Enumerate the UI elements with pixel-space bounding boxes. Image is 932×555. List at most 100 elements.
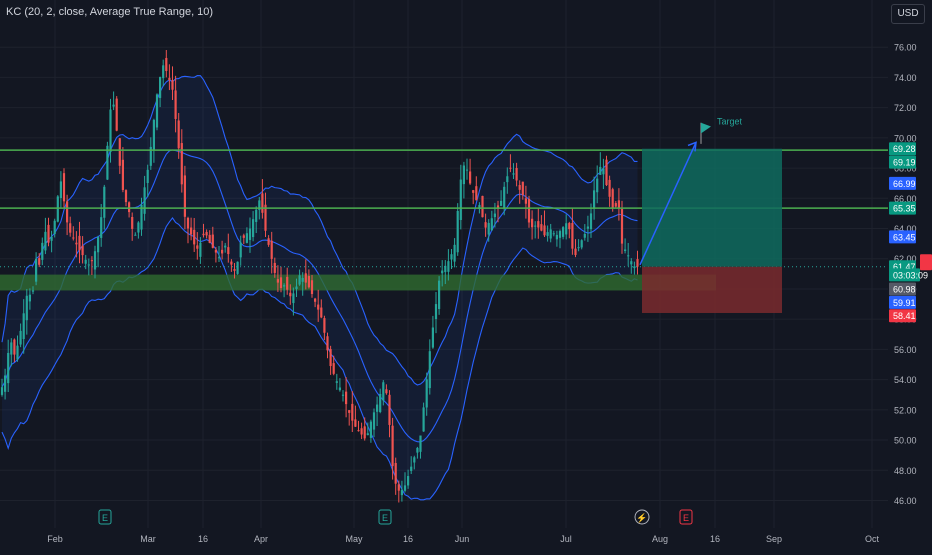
candle-body xyxy=(180,143,183,185)
candle-body xyxy=(47,224,50,243)
candle-body xyxy=(236,261,239,274)
candle-body xyxy=(624,249,627,251)
candle-body xyxy=(605,159,608,186)
y-tick-label: 48.00 xyxy=(894,466,917,476)
candle-body xyxy=(239,242,242,258)
candle-body xyxy=(534,225,537,227)
y-tick-label: 56.00 xyxy=(894,345,917,355)
candle-body xyxy=(134,234,137,236)
y-tick-label: 74.00 xyxy=(894,73,917,83)
candle-body xyxy=(81,245,84,256)
candle-body xyxy=(338,387,341,391)
candle-body xyxy=(41,242,44,260)
candle-body xyxy=(549,229,552,239)
candle-body xyxy=(627,255,630,257)
candle-body xyxy=(599,166,602,175)
candle-body xyxy=(527,199,531,223)
candle-body xyxy=(465,169,469,171)
event-marker-label: E xyxy=(102,513,108,523)
candle-body xyxy=(183,175,186,217)
candle-body xyxy=(366,433,369,436)
candle-body xyxy=(537,221,540,228)
side-tab xyxy=(920,254,932,271)
candle-body xyxy=(524,198,527,204)
candle-body xyxy=(304,273,307,283)
candle-body xyxy=(100,217,103,238)
currency-button[interactable]: USD xyxy=(891,4,925,24)
candle-body xyxy=(571,222,574,249)
candle-body xyxy=(72,237,75,239)
candle-body xyxy=(44,231,47,251)
candle-body xyxy=(335,381,338,383)
candle-body xyxy=(617,200,620,209)
candle-body xyxy=(580,240,583,248)
candle-body xyxy=(252,219,255,238)
y-tick-label: 72.00 xyxy=(894,103,917,113)
candle-body xyxy=(503,186,506,208)
candle-body xyxy=(357,430,360,432)
candle-body xyxy=(472,190,475,193)
candle-body xyxy=(217,257,221,259)
candle-body xyxy=(186,217,190,229)
candle-body xyxy=(459,179,462,220)
price-badge-text: 59.91 xyxy=(893,298,916,308)
x-tick-label: 16 xyxy=(198,534,208,544)
candle-body xyxy=(84,259,87,264)
candle-body xyxy=(596,178,599,193)
price-badge-text: 03:03:09 xyxy=(893,270,928,280)
candle-body xyxy=(620,209,624,244)
candle-body xyxy=(314,298,317,302)
x-tick-label: Feb xyxy=(47,534,63,544)
candle-body xyxy=(450,254,453,260)
candle-body xyxy=(469,171,472,184)
candle-body xyxy=(22,313,25,340)
candle-body xyxy=(348,410,351,413)
candle-body xyxy=(66,201,69,223)
y-tick-label: 52.00 xyxy=(894,405,917,415)
candle-body xyxy=(484,222,487,228)
candle-body xyxy=(354,419,357,427)
y-tick-label: 76.00 xyxy=(894,43,917,53)
candle-body xyxy=(372,412,376,430)
candle-body xyxy=(35,258,38,282)
candle-body xyxy=(276,279,279,283)
candle-body xyxy=(577,247,580,249)
y-tick-label: 70.00 xyxy=(894,133,917,143)
candle-body xyxy=(208,234,211,243)
candle-body xyxy=(230,261,233,265)
candle-body xyxy=(248,228,252,240)
candle-body xyxy=(53,220,56,235)
candle-body xyxy=(279,277,283,289)
candle-body xyxy=(633,266,636,269)
candle-body xyxy=(509,167,512,169)
price-badge-text: 60.98 xyxy=(893,284,916,294)
x-tick-label: Oct xyxy=(865,534,880,544)
chart-svg[interactable]: Target76.0074.0072.0070.0068.0066.0064.0… xyxy=(0,0,932,550)
candle-body xyxy=(28,294,31,302)
candle-body xyxy=(506,176,509,183)
candle-body xyxy=(462,165,465,185)
candle-body xyxy=(546,232,549,236)
candle-body xyxy=(121,159,124,190)
candle-body xyxy=(552,233,555,235)
candle-body xyxy=(518,185,521,190)
candle-body xyxy=(221,249,224,254)
candle-body xyxy=(199,242,202,257)
candle-body xyxy=(568,223,571,230)
y-tick-label: 50.00 xyxy=(894,436,917,446)
candle-body xyxy=(565,223,568,235)
candle-body xyxy=(407,476,410,486)
candle-body xyxy=(171,80,174,90)
candle-body xyxy=(224,245,227,248)
target-zone[interactable] xyxy=(642,148,782,267)
candle-body xyxy=(205,231,208,236)
stop-zone[interactable] xyxy=(642,266,782,313)
candle-body xyxy=(283,285,286,287)
event-marker-label: E xyxy=(683,513,689,523)
candle-body xyxy=(214,249,217,253)
candle-body xyxy=(75,242,78,245)
price-badge-text: 66.99 xyxy=(893,179,916,189)
indicator-legend[interactable]: KC (20, 2, close, Average True Range, 10… xyxy=(6,6,213,18)
candle-body xyxy=(245,233,248,243)
candle-body xyxy=(345,391,348,405)
